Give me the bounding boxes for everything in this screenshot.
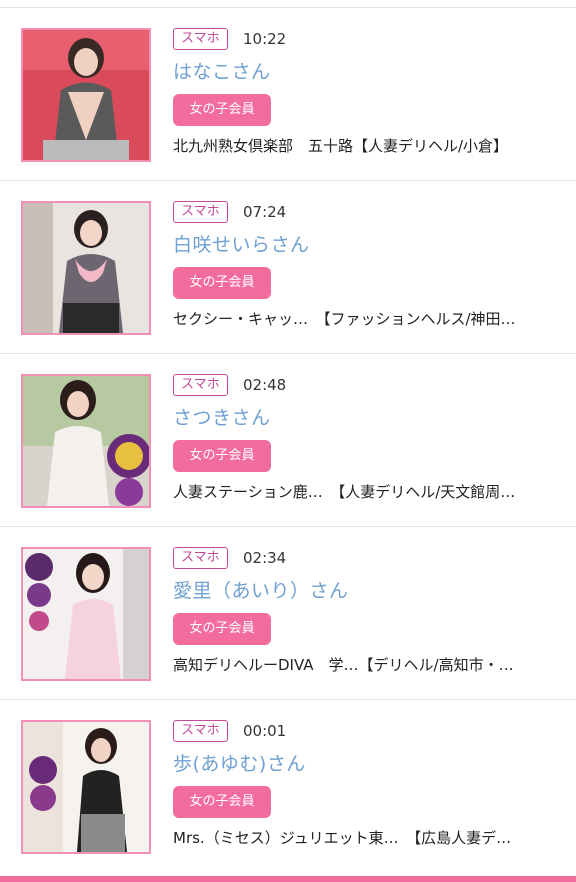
profile-photo[interactable]: [21, 547, 151, 681]
girl-name-link[interactable]: 歩(あゆむ)さん: [173, 752, 306, 776]
device-tag: スマホ: [173, 201, 228, 223]
device-tag: スマホ: [173, 547, 228, 569]
login-time: 02:48: [243, 376, 287, 394]
list-item[interactable]: スマホ 00:01 歩(あゆむ)さん 女の子会員 Mrs.（ミセス）ジュリエット…: [0, 699, 576, 872]
girl-name-link[interactable]: はなこさん: [173, 60, 271, 84]
member-badge: 女の子会員: [173, 613, 271, 645]
login-time: 00:01: [243, 722, 287, 740]
profile-photo[interactable]: [21, 720, 151, 854]
login-time: 10:22: [243, 30, 287, 48]
girl-name-link[interactable]: さつきさん: [173, 406, 271, 430]
list-item[interactable]: スマホ 02:48 さつきさん 女の子会員 人妻ステーション鹿… 【人妻デリヘル…: [0, 353, 576, 526]
list-item[interactable]: スマホ 02:34 愛里（あいり）さん 女の子会員 高知デリヘルーDIVA 学……: [0, 526, 576, 699]
device-tag: スマホ: [173, 374, 228, 396]
member-badge: 女の子会員: [173, 94, 271, 126]
member-badge: 女の子会員: [173, 440, 271, 472]
device-tag: スマホ: [173, 28, 228, 50]
shop-info[interactable]: Mrs.（ミセス）ジュリエット東… 【広島人妻デ…: [173, 827, 568, 849]
profile-photo[interactable]: [21, 374, 151, 508]
list-item[interactable]: スマホ 10:22 はなこさん 女の子会員 北九州熟女倶楽部 五十路【人妻デリヘ…: [0, 7, 576, 180]
device-tag: スマホ: [173, 720, 228, 742]
profile-list: スマホ 10:22 はなこさん 女の子会員 北九州熟女倶楽部 五十路【人妻デリヘ…: [0, 7, 576, 872]
girl-name-link[interactable]: 愛里（あいり）さん: [173, 579, 349, 603]
member-badge: 女の子会員: [173, 267, 271, 299]
bottom-accent-bar: [0, 876, 576, 882]
shop-info[interactable]: 北九州熟女倶楽部 五十路【人妻デリヘル/小倉】: [173, 135, 568, 157]
profile-photo[interactable]: [21, 28, 151, 162]
shop-info[interactable]: 高知デリヘルーDIVA 学…【デリヘル/高知市・…: [173, 654, 568, 676]
login-time: 07:24: [243, 203, 287, 221]
profile-photo[interactable]: [21, 201, 151, 335]
login-time: 02:34: [243, 549, 287, 567]
member-badge: 女の子会員: [173, 786, 271, 818]
list-item[interactable]: スマホ 07:24 白咲せいらさん 女の子会員 セクシー・キャッ… 【ファッショ…: [0, 180, 576, 353]
shop-info[interactable]: 人妻ステーション鹿… 【人妻デリヘル/天文館周…: [173, 481, 568, 503]
shop-info[interactable]: セクシー・キャッ… 【ファッションヘルス/神田…: [173, 308, 568, 330]
girl-name-link[interactable]: 白咲せいらさん: [173, 233, 310, 257]
